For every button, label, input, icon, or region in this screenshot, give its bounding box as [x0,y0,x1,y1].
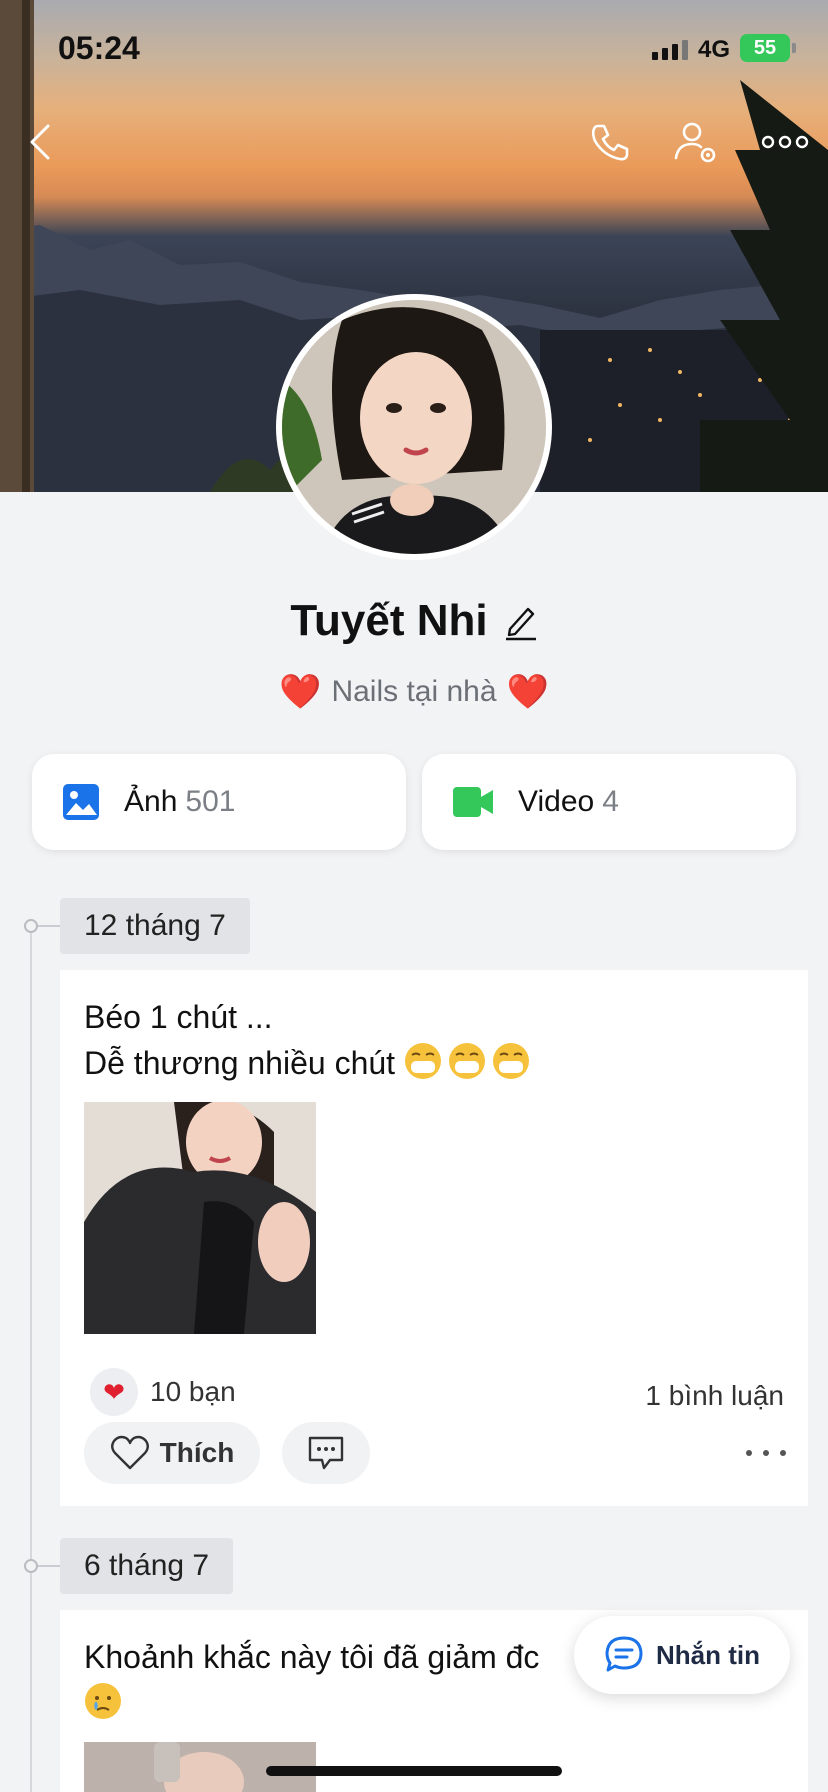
post-text-line-with-emoji: Dễ thương nhiều chút [84,1040,784,1086]
like-button[interactable]: Thích [84,1422,260,1484]
status-time: 05:24 [58,30,140,66]
more-dot [746,1450,752,1456]
photos-label: Ảnh [124,785,178,818]
send-message-label: Nhắn tin [656,1639,760,1670]
network-type: 4G [698,36,731,63]
home-indicator[interactable] [266,1766,562,1776]
send-message-button[interactable]: Nhắn tin [574,1616,790,1694]
chat-bubble-icon [605,1636,643,1672]
timeline-dot [24,1559,38,1573]
profile-settings-button[interactable] [670,116,722,168]
photos-count: 501 [185,785,236,818]
more-dots-icon [761,135,809,149]
photo-icon [63,784,99,820]
videos-button[interactable]: Video 4 [422,754,796,850]
comment-icon [308,1436,344,1470]
profile-bio-row: ❤️ Nails tại nhà ❤️ [0,672,828,712]
call-button[interactable] [584,116,636,168]
battery-level: 55 [753,36,777,59]
post-photo[interactable] [84,1102,316,1334]
timeline-tick [38,925,60,927]
more-dot [780,1450,786,1456]
signal-icon [652,40,688,60]
more-options-button[interactable] [758,116,812,168]
reaction-count: 10 bạn [150,1376,236,1407]
post-text: Béo 1 chút ... Dễ thương nhiều chút [60,970,808,1086]
phone-icon [591,124,629,161]
post-more-button[interactable] [746,1438,786,1468]
battery-icon: 55 [740,34,796,62]
timeline-tick [38,1565,60,1567]
mask-face-emoji-icon [448,1043,485,1079]
timeline-line [30,930,32,1792]
heart-emoji-icon: ❤️ [279,673,322,711]
profile-bio: Nails tại nhà [331,675,497,708]
heart-reaction-icon: ❤ [90,1368,138,1416]
chevron-left-icon [30,124,50,160]
avatar[interactable] [276,294,552,560]
timeline-dot [24,919,38,933]
video-camera-icon [453,787,493,817]
mask-face-emoji-icon [492,1043,529,1079]
post-text-line: Dễ thương nhiều chút [84,1045,396,1081]
back-button[interactable] [14,116,66,168]
timeline-post[interactable]: Béo 1 chút ... Dễ thương nhiều chút ❤ 10… [60,970,808,1506]
more-dot [763,1450,769,1456]
heart-emoji-icon: ❤️ [506,673,549,711]
profile-name-row: Tuyết Nhi [0,596,828,646]
comment-count[interactable]: 1 bình luận [645,1380,784,1412]
videos-label: Video [518,785,595,818]
user-gear-icon [674,122,716,163]
like-label: Thích [159,1437,235,1468]
mask-face-emoji-icon [404,1043,441,1079]
timeline-date: 6 tháng 7 [60,1538,234,1594]
status-bar: 05:24 4G 55 [0,0,828,100]
videos-count: 4 [602,785,619,818]
comment-button[interactable] [282,1422,370,1484]
reactions[interactable]: ❤ 10 bạn [90,1368,236,1416]
crying-face-emoji-icon [85,1683,121,1719]
heart-outline-icon [110,1435,149,1470]
edit-pencil-icon[interactable] [502,601,538,641]
timeline-date: 12 tháng 7 [60,898,250,954]
photos-button[interactable]: Ảnh 501 [32,754,406,850]
profile-name: Tuyết Nhi [290,596,488,645]
post-text-line: Béo 1 chút ... [84,999,273,1035]
